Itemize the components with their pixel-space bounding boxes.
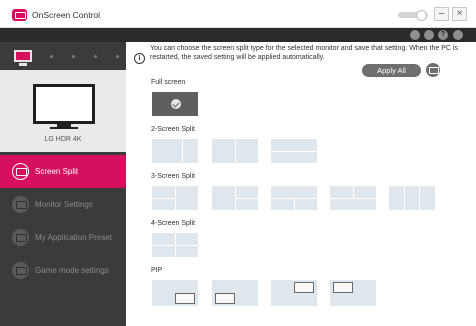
check-icon (171, 99, 181, 109)
monitor-selector[interactable] (0, 42, 126, 70)
section-label-4-screen: 4-Screen Split (151, 220, 195, 227)
sidebar-item-my-application-preset[interactable]: My Application Preset (0, 221, 126, 254)
layout-3-split-e[interactable] (389, 186, 435, 210)
sidebar-item-label: My Application Preset (35, 233, 112, 242)
sidebar-item-label: Screen Split (35, 167, 79, 176)
title-bar: OnScreen Control – × (0, 0, 476, 28)
monitor-page-dot[interactable] (72, 55, 75, 58)
monitor-page-dot[interactable] (50, 55, 53, 58)
gear-icon[interactable] (453, 30, 463, 40)
layout-2-split-unequal[interactable] (152, 139, 198, 163)
sidebar-item-label: Game mode settings (35, 266, 109, 275)
monitor-illustration-icon (33, 84, 95, 124)
monitor-icon[interactable] (14, 50, 32, 66)
apply-all-button[interactable]: Apply All (362, 64, 421, 77)
section-label-pip: PIP (151, 267, 163, 274)
gamepad-icon (12, 262, 29, 279)
layout-pip-top-left[interactable] (330, 280, 376, 306)
layout-pip-top-right[interactable] (271, 280, 317, 306)
monitor-page-dot[interactable] (116, 55, 119, 58)
monitor-name: LG HDR 4K (44, 136, 82, 143)
section-label-full-screen: Full screen (151, 79, 186, 86)
display-icon[interactable] (424, 30, 434, 40)
sidebar-item-label: Monitor Settings (35, 200, 93, 209)
toggle-switch[interactable] (398, 10, 428, 21)
layout-3-split-a[interactable] (152, 186, 198, 210)
app-preset-icon (12, 229, 29, 246)
layout-full-screen[interactable] (152, 92, 198, 116)
save-settings-button[interactable] (426, 63, 440, 77)
layout-2-split-vertical[interactable] (212, 139, 258, 163)
layout-pip-bottom-left[interactable] (212, 280, 258, 306)
refresh-icon[interactable] (410, 30, 420, 40)
sidebar-item-game-mode-settings[interactable]: Game mode settings (0, 254, 126, 287)
section-label-2-screen: 2-Screen Split (151, 126, 195, 133)
layout-4-split[interactable] (152, 233, 198, 257)
minimize-button[interactable]: – (434, 7, 449, 21)
layout-3-split-d[interactable] (330, 186, 376, 210)
app-logo-icon (12, 9, 27, 21)
layout-3-split-b[interactable] (212, 186, 258, 210)
app-title: OnScreen Control (32, 10, 101, 20)
top-toolbar: ? (0, 28, 476, 42)
info-text: You can choose the screen split type for… (150, 45, 458, 61)
sidebar: LG HDR 4K Screen Split Monitor Settings … (0, 42, 126, 326)
monitor-page-dot[interactable] (94, 55, 97, 58)
monitor-settings-icon (12, 196, 29, 213)
close-button[interactable]: × (452, 7, 467, 21)
sidebar-item-monitor-settings[interactable]: Monitor Settings (0, 188, 126, 221)
help-icon[interactable]: ? (438, 30, 448, 40)
section-label-3-screen: 3-Screen Split (151, 173, 195, 180)
sidebar-item-screen-split[interactable]: Screen Split (0, 155, 126, 188)
selected-monitor-panel: LG HDR 4K (0, 70, 126, 152)
layout-2-split-horizontal[interactable] (271, 139, 317, 163)
layout-3-split-c[interactable] (271, 186, 317, 210)
layout-pip-bottom-right[interactable] (152, 280, 198, 306)
info-icon: i (134, 53, 145, 64)
split-screen-icon (12, 163, 29, 180)
